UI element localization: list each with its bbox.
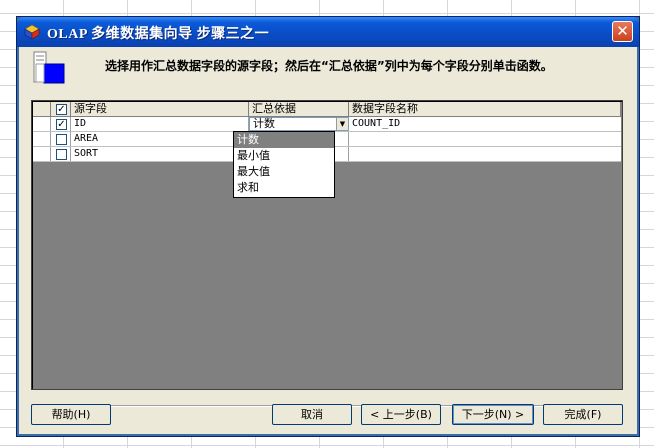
header-panel: 选择用作汇总数据字段的源字段；然后在“汇总依据”列中为每个字段分别单击函数。: [19, 47, 637, 102]
column-header-name[interactable]: 数据字段名称: [349, 102, 621, 116]
row-checkbox[interactable]: [56, 149, 67, 160]
summary-function-value: 计数: [253, 117, 275, 130]
summary-function-dropdown[interactable]: 计数 最小值 最大值 求和: [233, 131, 335, 198]
source-field-cell: ID: [71, 117, 249, 131]
finish-button[interactable]: 完成(F): [543, 404, 623, 425]
olap-cube-icon: [24, 24, 40, 40]
instruction-text: 选择用作汇总数据字段的源字段；然后在“汇总依据”列中为每个字段分别单击函数。: [105, 59, 553, 73]
dropdown-option-sum[interactable]: 求和: [234, 180, 334, 196]
dropdown-option-count[interactable]: 计数: [234, 132, 334, 148]
window-title: OLAP 多维数据集向导 步骤三之一: [47, 27, 270, 42]
table-row[interactable]: ✓ ID 计数 ▼ COUNT_ID: [33, 117, 621, 132]
wizard-dialog: OLAP 多维数据集向导 步骤三之一 ✕ 选择用作汇总数据字段的源字段；然后在“…: [16, 16, 640, 437]
dropdown-option-max[interactable]: 最大值: [234, 164, 334, 180]
row-checkbox[interactable]: ✓: [56, 119, 67, 130]
cancel-button[interactable]: 取消: [272, 404, 352, 425]
source-field-cell: SORT: [71, 147, 249, 161]
row-check-cell[interactable]: [51, 132, 71, 146]
data-field-name-cell[interactable]: [349, 147, 621, 161]
select-all-checkbox[interactable]: ✓: [56, 104, 67, 115]
row-selector[interactable]: [33, 147, 51, 161]
wizard-step-icon: [33, 51, 65, 84]
back-button[interactable]: < 上一步(B): [361, 404, 441, 425]
data-field-name-cell[interactable]: COUNT_ID: [349, 117, 621, 131]
data-field-name-cell[interactable]: [349, 132, 621, 146]
close-button[interactable]: ✕: [612, 21, 633, 42]
row-check-cell[interactable]: [51, 147, 71, 161]
column-header-summary[interactable]: 汇总依据: [249, 102, 349, 116]
source-field-cell: AREA: [71, 132, 249, 146]
chevron-down-icon[interactable]: ▼: [336, 118, 348, 130]
column-header-source[interactable]: 源字段: [71, 102, 249, 116]
row-selector-header: [33, 102, 51, 116]
row-selector[interactable]: [33, 117, 51, 131]
row-checkbox[interactable]: [56, 134, 67, 145]
title-bar[interactable]: OLAP 多维数据集向导 步骤三之一 ✕: [17, 17, 639, 47]
row-check-cell[interactable]: ✓: [51, 117, 71, 131]
select-all-cell[interactable]: ✓: [51, 102, 71, 116]
grid-header-row: ✓ 源字段 汇总依据 数据字段名称: [33, 102, 621, 117]
summary-function-select[interactable]: 计数 ▼: [249, 117, 349, 131]
next-button[interactable]: 下一步(N) >: [452, 404, 534, 425]
row-selector[interactable]: [33, 132, 51, 146]
help-button[interactable]: 帮助(H): [31, 404, 111, 425]
dropdown-option-min[interactable]: 最小值: [234, 148, 334, 164]
